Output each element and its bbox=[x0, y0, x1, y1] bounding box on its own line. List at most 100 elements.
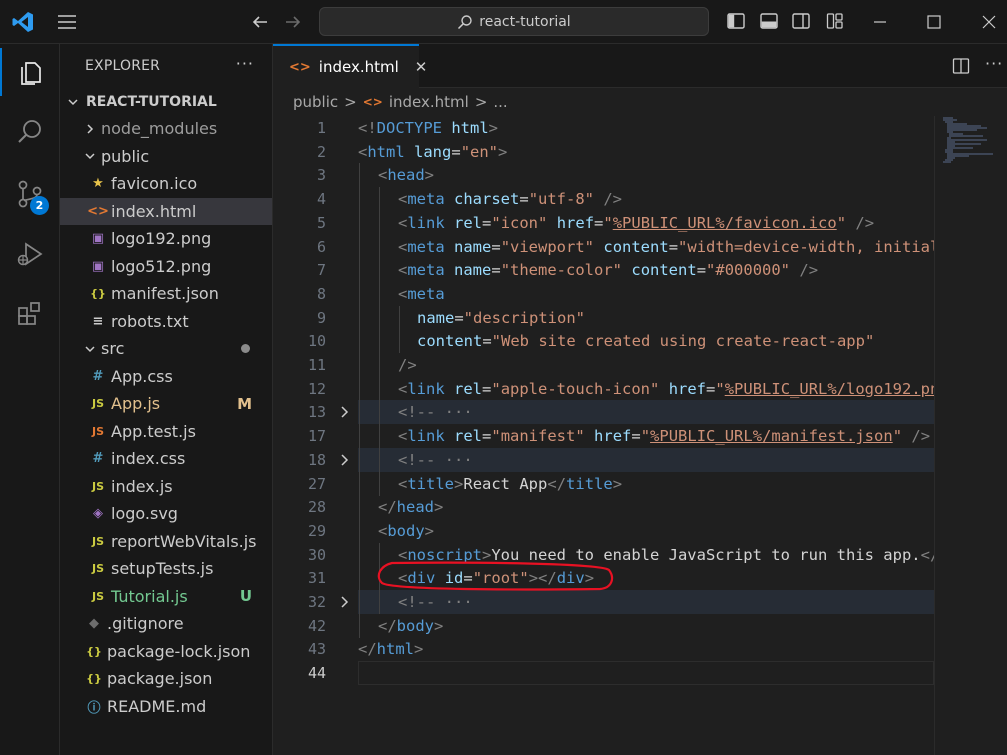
extensions-icon[interactable] bbox=[0, 290, 60, 338]
code-token: rel bbox=[454, 427, 483, 445]
line-number: 28 bbox=[307, 498, 326, 516]
file-item[interactable]: JS App.js M bbox=[60, 390, 272, 417]
code-token: content bbox=[631, 261, 697, 279]
toggle-panel-icon[interactable] bbox=[760, 12, 778, 30]
code-line: </body> bbox=[378, 614, 443, 638]
git-status-badge: M bbox=[237, 394, 252, 413]
back-arrow-icon[interactable] bbox=[250, 12, 270, 32]
code-token: </ bbox=[378, 498, 397, 516]
folder-item[interactable]: src bbox=[60, 335, 272, 362]
toggle-secondary-sidebar-icon[interactable] bbox=[792, 12, 810, 30]
file-item[interactable]: {} manifest.json bbox=[60, 280, 272, 307]
explorer-sidebar: EXPLORER ··· REACT-TUTORIAL node_modules… bbox=[60, 44, 273, 755]
folder-item[interactable]: node_modules bbox=[60, 115, 272, 142]
close-window-icon[interactable] bbox=[980, 13, 998, 31]
minimize-icon[interactable] bbox=[871, 13, 889, 31]
code-token: = bbox=[482, 427, 492, 445]
file-item[interactable]: JS reportWebVitals.js bbox=[60, 528, 272, 555]
code-token: " bbox=[892, 427, 903, 445]
code-token: < bbox=[378, 166, 388, 184]
forward-arrow-icon[interactable] bbox=[283, 12, 303, 32]
file-item[interactable]: {} package.json bbox=[60, 665, 272, 692]
tree-item-label: node_modules bbox=[101, 119, 218, 138]
fold-chevron-right-icon[interactable] bbox=[339, 400, 351, 424]
code-token: content bbox=[603, 238, 669, 256]
code-line: <meta name="theme-color" content="#00000… bbox=[398, 258, 818, 282]
file-item[interactable]: ▣ logo512.png bbox=[60, 253, 272, 280]
tab-index-html[interactable]: <> index.html ✕ bbox=[273, 44, 427, 88]
search-icon[interactable] bbox=[0, 108, 60, 156]
file-item[interactable]: # index.css bbox=[60, 445, 272, 472]
code-token: " bbox=[836, 214, 847, 232]
source-control-icon[interactable] bbox=[0, 170, 60, 218]
indent-guide bbox=[359, 377, 360, 401]
command-center-search[interactable]: react-tutorial bbox=[319, 7, 709, 36]
code-line: <!-- ··· bbox=[398, 448, 473, 472]
info-icon: ⓘ bbox=[87, 700, 101, 716]
indent-guide bbox=[399, 306, 400, 330]
customize-layout-icon[interactable] bbox=[826, 12, 844, 30]
file-item[interactable]: JS App.test.js bbox=[60, 418, 272, 445]
indent-guide bbox=[359, 566, 360, 590]
code-token: lang bbox=[414, 143, 452, 161]
split-editor-icon[interactable] bbox=[952, 57, 970, 75]
explorer-icon[interactable] bbox=[0, 48, 60, 96]
file-item[interactable]: JS index.js bbox=[60, 473, 272, 500]
code-token: = bbox=[491, 238, 501, 256]
code-token: </ bbox=[920, 546, 934, 564]
file-item[interactable]: ⓘ README.md bbox=[60, 693, 272, 720]
code-token: id bbox=[444, 569, 464, 587]
file-item[interactable]: <> index.html bbox=[60, 197, 272, 225]
line-number: 6 bbox=[316, 238, 326, 256]
indent-guide bbox=[379, 448, 380, 472]
file-item[interactable]: {} package-lock.json bbox=[60, 638, 272, 665]
breadcrumb-file[interactable]: index.html bbox=[389, 93, 469, 111]
file-item[interactable]: ★ favicon.ico bbox=[60, 170, 272, 197]
tree-item-label: logo.svg bbox=[111, 504, 178, 523]
project-folder[interactable]: REACT-TUTORIAL bbox=[60, 88, 272, 115]
code-token: link bbox=[407, 427, 445, 445]
code-token: /> bbox=[594, 190, 623, 208]
folder-item[interactable]: public bbox=[60, 143, 272, 170]
minimap[interactable] bbox=[934, 116, 1007, 755]
code-editor[interactable]: <!DOCTYPE html> <html lang="en"> <head> <me… bbox=[358, 116, 934, 755]
breadcrumb-symbol[interactable]: ... bbox=[493, 93, 507, 111]
js-icon: JS bbox=[91, 424, 104, 438]
file-item[interactable]: ◈ logo.svg bbox=[60, 500, 272, 527]
code-token: div bbox=[407, 569, 436, 587]
file-item[interactable]: JS setupTests.js bbox=[60, 555, 272, 582]
code-token: "viewport" bbox=[500, 238, 595, 256]
editor-more-actions-button[interactable]: ··· bbox=[985, 54, 1003, 73]
file-item[interactable]: ◆ .gitignore bbox=[60, 610, 272, 637]
code-token: body bbox=[396, 617, 434, 635]
code-token: link bbox=[407, 214, 445, 232]
more-actions-button[interactable]: ··· bbox=[236, 54, 254, 73]
toggle-primary-sidebar-icon[interactable] bbox=[727, 12, 745, 30]
code-token: href bbox=[668, 380, 707, 398]
breadcrumb-folder[interactable]: public bbox=[293, 93, 338, 111]
run-debug-icon[interactable] bbox=[0, 230, 60, 278]
fold-chevron-right-icon[interactable] bbox=[339, 448, 351, 472]
tree-item-label: logo192.png bbox=[111, 229, 212, 248]
fold-chevron-right-icon[interactable] bbox=[339, 590, 351, 614]
code-line: <link rel="apple-touch-icon" href="%PUBL… bbox=[398, 377, 934, 401]
code-token: rel bbox=[454, 380, 483, 398]
file-item[interactable]: ≡ robots.txt bbox=[60, 308, 272, 335]
editor-tab-bar: <> index.html ✕ ··· bbox=[273, 44, 1007, 88]
close-tab-icon[interactable]: ✕ bbox=[415, 58, 428, 76]
indent-guide bbox=[359, 495, 360, 519]
code-token: "apple-touch-icon" bbox=[491, 380, 660, 398]
file-item[interactable]: ▣ logo192.png bbox=[60, 225, 272, 252]
code-token: You need to enable JavaScript to run thi… bbox=[491, 546, 921, 564]
tree-item-label: setupTests.js bbox=[111, 559, 214, 578]
code-token: < bbox=[398, 190, 408, 208]
menu-icon[interactable] bbox=[56, 12, 78, 32]
file-item[interactable]: # App.css bbox=[60, 363, 272, 390]
file-item[interactable]: JS Tutorial.js U bbox=[60, 583, 272, 610]
maximize-icon[interactable] bbox=[925, 13, 943, 31]
code-line: <!-- ··· bbox=[398, 590, 473, 614]
code-token: "#000000" bbox=[706, 261, 791, 279]
